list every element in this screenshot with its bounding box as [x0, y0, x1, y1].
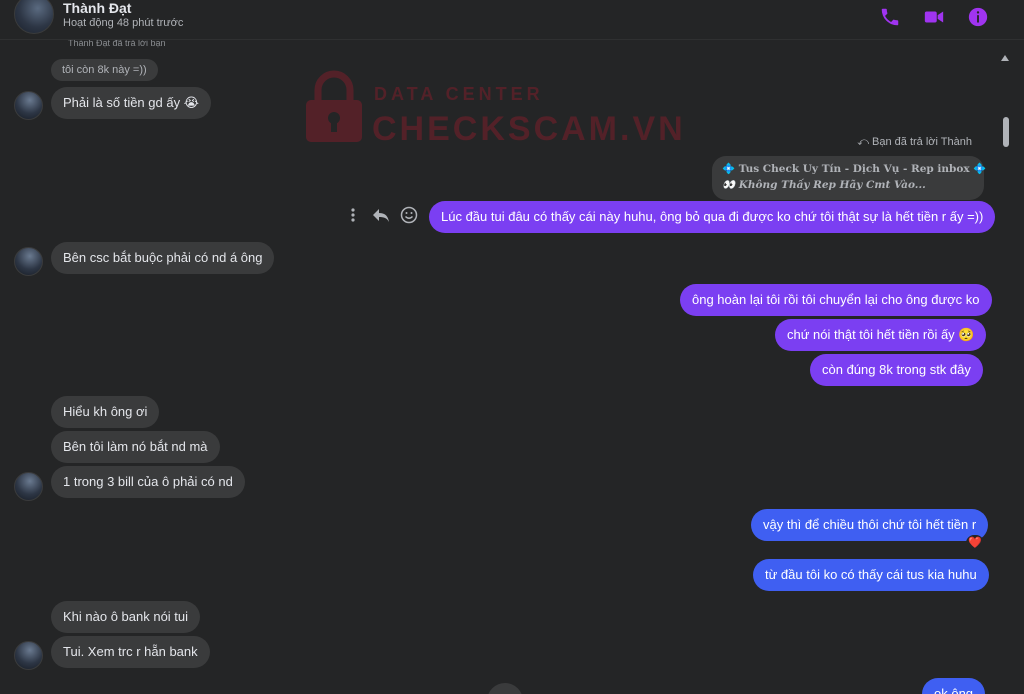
- message-bubble[interactable]: Hiểu kh ông ơi: [51, 396, 160, 428]
- avatar[interactable]: [14, 641, 43, 670]
- video-icon[interactable]: [923, 6, 945, 28]
- heart-reaction-icon[interactable]: ❤️: [966, 535, 984, 551]
- message-bubble[interactable]: Khi nào ô bank nói tui: [51, 601, 201, 633]
- contact-name[interactable]: Thành Đạt: [63, 0, 131, 16]
- chat-header: Thành Đạt Hoạt động 48 phút trước: [0, 0, 1024, 40]
- scroll-up-icon[interactable]: [1001, 55, 1009, 61]
- message-bubble[interactable]: Tui. Xem trc r hẵn bank: [51, 636, 210, 668]
- message-bubble[interactable]: ok ông: [922, 678, 986, 694]
- message-bubble[interactable]: Phải là số tiền gd ấy 😭: [51, 87, 211, 119]
- message-bubble[interactable]: từ đầu tôi ko có thấy cái tus kia huhu: [753, 559, 989, 591]
- scrollbar-thumb[interactable]: [1003, 117, 1009, 147]
- quoted-line-2: 👀 Không Thấy Rep Hãy Cmt Vào...: [722, 179, 926, 191]
- avatar[interactable]: [14, 472, 43, 501]
- message-bubble[interactable]: còn đúng 8k trong stk đây: [810, 354, 983, 386]
- reply-icon[interactable]: [372, 206, 390, 224]
- lock-icon: [306, 70, 362, 142]
- message-bubble[interactable]: 1 trong 3 bill của ô phải có nd: [51, 466, 245, 498]
- more-icon[interactable]: [344, 206, 362, 224]
- quoted-message[interactable]: 💠 Tus Check Uy Tín - Dịch Vụ - Rep inbox…: [712, 156, 987, 200]
- contact-avatar[interactable]: [14, 0, 54, 34]
- reply-hint-text: Bạn đã trả lời Thành: [872, 136, 972, 148]
- avatar[interactable]: [14, 247, 43, 276]
- info-icon[interactable]: [967, 6, 989, 28]
- quoted-line-1: 💠 Tus Check Uy Tín - Dịch Vụ - Rep inbox…: [722, 163, 987, 175]
- reply-arrow-icon: ⤺: [857, 136, 873, 148]
- scroll-to-bottom-button[interactable]: [487, 683, 523, 694]
- emoji-icon[interactable]: [400, 206, 418, 224]
- message-bubble[interactable]: chứ nói thật tôi hết tiền rồi ấy 🥺: [775, 319, 987, 351]
- message-bubble[interactable]: Lúc đầu tui đâu có thấy cái này huhu, ôn…: [429, 201, 996, 233]
- message-bubble[interactable]: Bên csc bắt buộc phải có nd á ông: [51, 242, 275, 274]
- contact-status: Hoạt động 48 phút trước: [63, 17, 184, 29]
- watermark: DATA CENTER CHECKSCAM.VN: [304, 70, 683, 150]
- avatar[interactable]: [14, 91, 43, 120]
- message-bubble[interactable]: Bên tôi làm nó bắt nd mà: [51, 431, 220, 463]
- message-bubble[interactable]: ông hoàn lại tôi rồi tôi chuyển lại cho …: [680, 284, 992, 316]
- phone-icon[interactable]: [879, 6, 901, 28]
- message-bubble[interactable]: tôi còn 8k này =)): [51, 59, 158, 81]
- message-bubble[interactable]: vậy thì để chiều thôi chứ tôi hết tiền r: [751, 509, 989, 541]
- watermark-main: CHECKSCAM.VN: [372, 110, 686, 148]
- watermark-top: DATA CENTER: [374, 84, 544, 104]
- reply-hint: ⤺ Bạn đã trả lời Thành: [857, 136, 972, 149]
